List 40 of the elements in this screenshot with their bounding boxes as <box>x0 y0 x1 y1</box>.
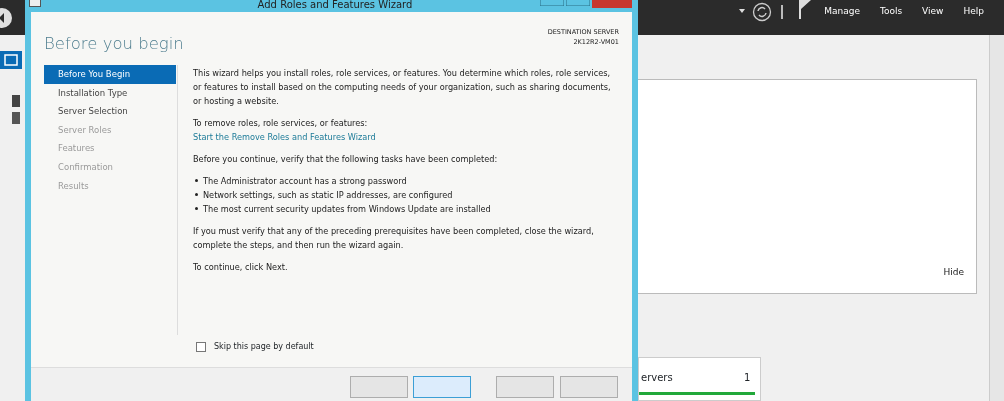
checkbox-label[interactable]: Skip this page by default <box>214 341 314 353</box>
hide-link[interactable]: Hide <box>943 265 964 279</box>
window-title: Add Roles and Features Wizard <box>256 0 414 10</box>
bullet-icon <box>195 179 198 182</box>
wizard-button[interactable] <box>496 376 554 398</box>
flag-icon[interactable] <box>798 0 812 20</box>
page-heading: Before you begin <box>44 34 184 55</box>
wizard-step[interactable]: Server Selection <box>44 102 176 121</box>
tile[interactable]: ervers 1 <box>638 357 761 401</box>
menu-item[interactable]: Help <box>953 5 994 19</box>
server-icon[interactable] <box>12 95 20 107</box>
bullet-icon <box>195 193 198 196</box>
wizard-step[interactable]: Before You Begin <box>44 65 176 84</box>
menu-item[interactable]: Tools <box>869 5 913 19</box>
wizard-button[interactable] <box>413 376 471 398</box>
divider-icon <box>781 5 783 19</box>
app-icon <box>29 0 41 7</box>
paragraph: Before you continue, verify that the following tasks have been completed: <box>193 153 499 166</box>
task-item: Network settings, such as static IP addresses, are configured <box>203 190 453 200</box>
paragraph: To remove roles, role services, or features: <box>193 117 369 130</box>
task-item: The Administrator account has a strong password <box>203 176 407 186</box>
server-icon[interactable] <box>12 112 20 124</box>
checkbox[interactable] <box>196 342 206 352</box>
menu-item[interactable]: Manage <box>814 5 870 19</box>
paragraph: This wizard helps you install roles, role services, or features. You determine which roles, role services, or features to install based on the computing needs of your organization, such as sharing documents, or hosting a website. <box>193 67 612 108</box>
paragraph: To continue, click Next. <box>193 261 289 274</box>
wizard-button[interactable] <box>560 376 618 398</box>
refresh-icon[interactable] <box>752 2 772 22</box>
wizard-button[interactable] <box>350 376 408 398</box>
tile-label: ervers <box>641 371 673 385</box>
dashboard-icon[interactable] <box>0 51 22 69</box>
tile-count: 1 <box>744 371 751 385</box>
scrollbar[interactable] <box>989 35 1004 401</box>
caret-icon[interactable] <box>739 9 745 14</box>
remove-wizard-link[interactable]: Start the Remove Roles and Features Wizard <box>193 132 376 142</box>
bullet-icon <box>195 207 198 210</box>
menu-item[interactable]: View <box>912 5 954 19</box>
wizard-step[interactable]: Installation Type <box>44 83 176 103</box>
task-item: The most current security updates from Windows Update are installed <box>203 204 491 214</box>
paragraph: If you must verify that any of the preceding prerequisites have been completed, close the wizard, complete the steps, and then run the wizard again. <box>193 225 595 252</box>
